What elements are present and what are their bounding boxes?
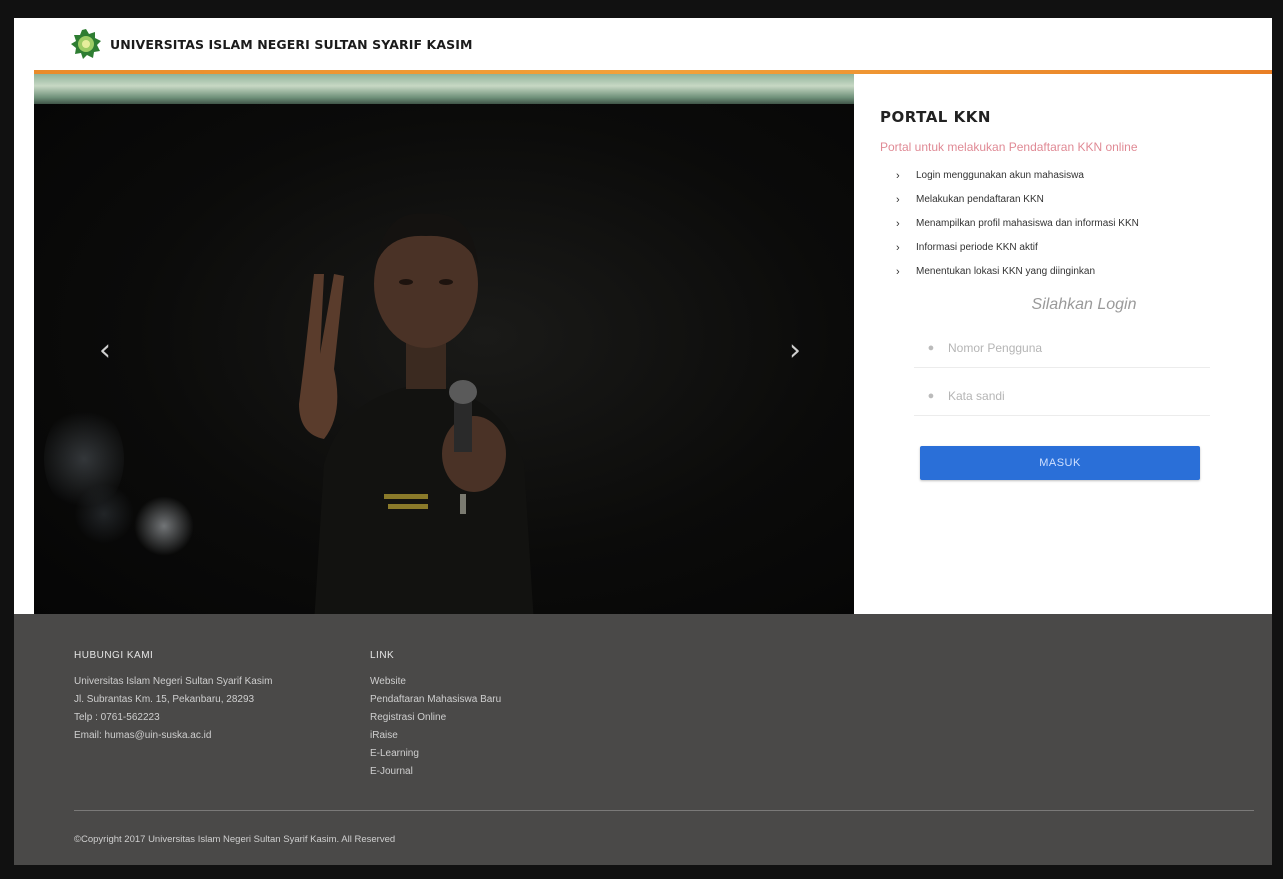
contact-line: Universitas Islam Negeri Sultan Syarif K… [74, 676, 273, 687]
site-footer: HUBUNGI KAMI Universitas Islam Negeri Su… [14, 614, 1272, 865]
login-button[interactable]: MASUK [920, 446, 1200, 480]
footer-contact-heading: HUBUNGI KAMI [74, 650, 154, 661]
bokeh-light [74, 484, 134, 544]
site-header: UNIVERSITAS ISLAM NEGERI SULTAN SYARIF K… [14, 18, 1272, 70]
slide-image-speaker [299, 213, 534, 620]
password-input[interactable] [948, 388, 1188, 403]
footer-link-pmb[interactable]: Pendaftaran Mahasiswa Baru [370, 691, 590, 709]
feature-item: › Informasi periode KKN aktif [896, 236, 1248, 260]
footer-links-heading: LINK [370, 650, 395, 661]
contact-line: Telp : 0761-562223 [74, 712, 160, 723]
feature-item: › Menampilkan profil mahasiswa dan inform… [896, 212, 1248, 236]
footer-link-website[interactable]: Website [370, 673, 590, 691]
bokeh-light [134, 496, 194, 556]
monitor-frame: UNIVERSITAS ISLAM NEGERI SULTAN SYARIF K… [0, 0, 1283, 879]
password-field: ● [914, 376, 1210, 416]
browser-screen: UNIVERSITAS ISLAM NEGERI SULTAN SYARIF K… [14, 18, 1272, 865]
footer-divider [74, 810, 1254, 811]
footer-link-elearning[interactable]: E-Learning [370, 745, 590, 763]
chevron-right-icon: › [896, 242, 900, 254]
feature-item: › Login menggunakan akun mahasiswa [896, 164, 1248, 188]
user-icon: ● [927, 341, 935, 354]
copyright-text: ©Copyright 2017 Universitas Islam Negeri… [74, 834, 396, 845]
chevron-right-icon: › [896, 266, 900, 278]
feature-item: › Menentukan lokasi KKN yang diinginkan [896, 260, 1248, 284]
username-field: ● [914, 328, 1210, 368]
username-input[interactable] [948, 340, 1188, 355]
footer-link-registrasi[interactable]: Registrasi Online [370, 709, 590, 727]
login-panel: PORTAL KKN Portal untuk melakukan Pendaf… [854, 74, 1272, 628]
brand-title[interactable]: UNIVERSITAS ISLAM NEGERI SULTAN SYARIF K… [110, 37, 473, 52]
panel-title: PORTAL KKN [880, 108, 991, 126]
chevron-right-icon: › [896, 194, 900, 206]
contact-email: Email: humas@uin-suska.ac.id [74, 730, 212, 741]
lock-icon: ● [927, 389, 935, 402]
footer-contact: HUBUNGI KAMI Universitas Islam Negeri Su… [74, 650, 344, 745]
footer-links: LINK Website Pendaftaran Mahasiswa Baru … [370, 650, 590, 781]
image-slider: ‹ › [34, 104, 854, 620]
chevron-right-icon: › [896, 218, 900, 230]
contact-line: Jl. Subrantas Km. 15, Pekanbaru, 28293 [74, 694, 255, 705]
footer-link-ejournal[interactable]: E-Journal [370, 763, 590, 781]
panel-subtitle: Portal untuk melakukan Pendaftaran KKN o… [880, 140, 1138, 154]
feature-item: › Melakukan pendaftaran KKN [896, 188, 1248, 212]
slider-next-arrow-icon[interactable]: › [780, 336, 810, 366]
login-heading: Silahkan Login [1031, 296, 1137, 313]
footer-link-iraise[interactable]: iRaise [370, 727, 590, 745]
header-wave-banner [34, 74, 854, 108]
university-logo-icon [70, 28, 102, 60]
feature-list: › Login menggunakan akun mahasiswa › Melak… [896, 164, 1248, 284]
chevron-right-icon: › [896, 170, 900, 182]
slider-prev-arrow-icon[interactable]: ‹ [90, 336, 120, 366]
